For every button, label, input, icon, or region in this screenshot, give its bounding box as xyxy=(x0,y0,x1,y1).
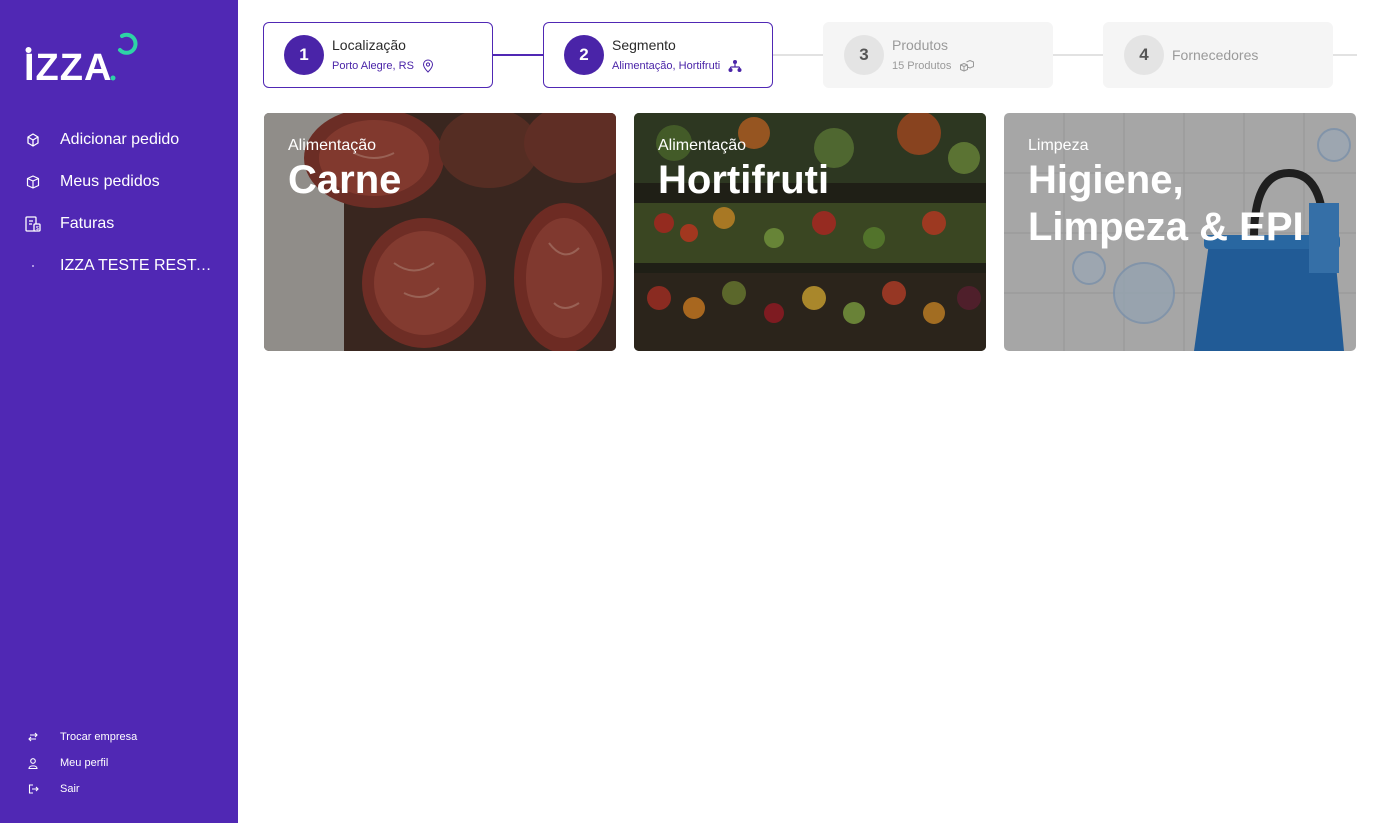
bottom-nav: Trocar empresa Meu perfil Sair xyxy=(0,724,238,802)
logout-icon xyxy=(26,782,40,796)
step-title: Segmento xyxy=(612,37,676,53)
nav-add-order-label: Adicionar pedido xyxy=(60,131,180,148)
step-location[interactable]: 1 Localização Porto Alegre, RS xyxy=(263,22,493,88)
svg-text:IZZA: IZZA xyxy=(24,47,112,84)
step-number: 2 xyxy=(564,35,604,75)
swap-icon xyxy=(26,730,40,744)
step-suppliers[interactable]: 4 Fornecedores xyxy=(1103,22,1333,88)
step-connector-pending xyxy=(1053,54,1103,56)
step-subtitle: 15 Produtos xyxy=(892,60,952,72)
order-stepper: 1 Localização Porto Alegre, RS 2 Segment… xyxy=(263,22,1357,88)
nav-company[interactable]: IZZA TESTE RESTAURANTE xyxy=(0,245,238,287)
nav-invoices[interactable]: $ Faturas xyxy=(0,203,238,245)
step-title: Localização xyxy=(332,37,406,53)
products-icon xyxy=(959,59,975,73)
logout-label: Sair xyxy=(60,783,80,795)
step-number: 4 xyxy=(1124,35,1164,75)
segment-card-carne[interactable]: Alimentação Carne xyxy=(264,113,616,351)
step-subtitle: Alimentação, Hortifruti xyxy=(612,60,721,72)
invoice-icon: $ xyxy=(24,215,42,233)
switch-company-label: Trocar empresa xyxy=(60,731,138,743)
main-nav: Adicionar pedido Meus pedidos $ Faturas … xyxy=(0,119,238,287)
izza-logo[interactable]: IZZA xyxy=(24,32,139,84)
segment-category: Alimentação xyxy=(658,137,747,154)
segment-name: Higiene, Limpeza & EPI xyxy=(1028,158,1304,249)
step-title: Produtos xyxy=(892,37,949,53)
step-connector-tail xyxy=(1333,54,1357,56)
step-number: 1 xyxy=(284,35,324,75)
sidebar: IZZA Adicionar pedido Meus pedidos $ Fat… xyxy=(0,0,238,823)
step-connector-done xyxy=(493,54,543,56)
nav-my-orders-label: Meus pedidos xyxy=(60,173,160,190)
hierarchy-icon xyxy=(728,59,742,73)
segment-card-hortifruti[interactable]: Alimentação Hortifruti xyxy=(634,113,986,351)
add-order-icon xyxy=(24,131,42,149)
step-connector-pending xyxy=(773,54,823,56)
my-profile-link[interactable]: Meu perfil xyxy=(0,750,238,776)
my-profile-label: Meu perfil xyxy=(60,757,109,769)
svg-text:$: $ xyxy=(36,226,39,232)
step-products[interactable]: 3 Produtos 15 Produtos xyxy=(823,22,1053,88)
step-number: 3 xyxy=(844,35,884,75)
nav-add-order[interactable]: Adicionar pedido xyxy=(0,119,238,161)
segment-category: Limpeza xyxy=(1028,137,1089,154)
segment-card-limpeza[interactable]: Limpeza Higiene, Limpeza & EPI xyxy=(1004,113,1356,351)
segment-category: Alimentação xyxy=(288,137,377,154)
step-segment[interactable]: 2 Segmento Alimentação, Hortifruti xyxy=(543,22,773,88)
step-title: Fornecedores xyxy=(1172,47,1259,63)
step-subtitle: Porto Alegre, RS xyxy=(332,60,414,72)
dot-icon xyxy=(24,257,42,275)
box-icon xyxy=(24,173,42,191)
nav-invoices-label: Faturas xyxy=(60,215,115,232)
segment-name: Hortifruti xyxy=(658,158,830,202)
logout-link[interactable]: Sair xyxy=(0,776,238,802)
nav-my-orders[interactable]: Meus pedidos xyxy=(0,161,238,203)
switch-company-link[interactable]: Trocar empresa xyxy=(0,724,238,750)
location-pin-icon xyxy=(422,59,434,73)
user-icon xyxy=(26,756,40,770)
nav-company-label: IZZA TESTE RESTAURANTE xyxy=(60,257,216,274)
segment-name: Carne xyxy=(288,158,402,202)
